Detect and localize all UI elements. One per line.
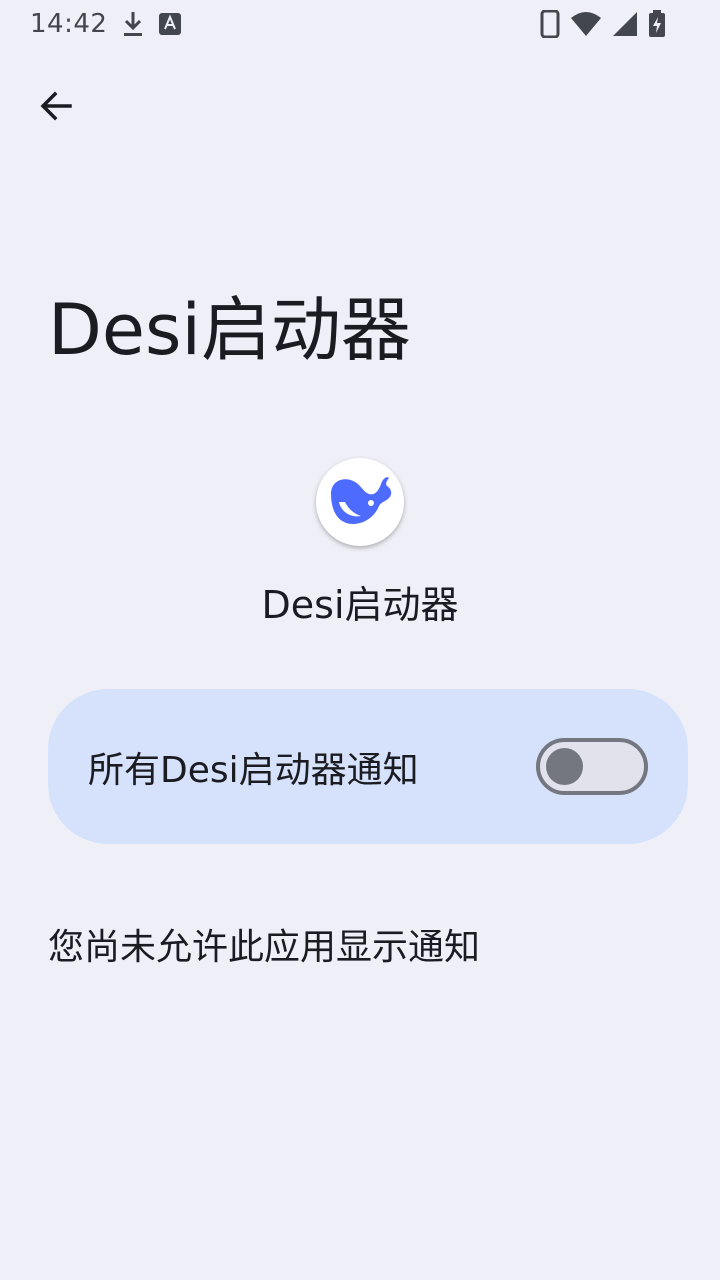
battery-charging-icon <box>648 10 666 38</box>
wifi-icon <box>570 11 602 37</box>
keyboard-a-icon <box>159 13 182 35</box>
arrow-left-icon <box>38 88 74 124</box>
all-notifications-label: 所有Desi启动器通知 <box>88 749 419 791</box>
signal-icon <box>612 11 638 37</box>
all-notifications-card[interactable]: 所有Desi启动器通知 <box>48 689 688 844</box>
page-title: Desi启动器 <box>48 289 411 371</box>
status-left: 14:42 <box>30 9 182 39</box>
app-name: Desi启动器 <box>261 583 459 627</box>
app-notification-settings-screen: 14:42 Desi启动器 Desi启动器 所有Desi启动器通知 您尚未允许此… <box>0 0 720 1280</box>
permission-note: 您尚未允许此应用显示通知 <box>48 927 481 968</box>
status-bar: 14:42 <box>0 0 720 48</box>
back-button[interactable] <box>28 78 84 134</box>
download-icon <box>121 10 145 38</box>
phone-icon <box>540 10 560 38</box>
app-icon <box>316 458 404 546</box>
status-right <box>540 10 666 38</box>
toggle-thumb <box>546 748 583 785</box>
status-time: 14:42 <box>30 9 108 39</box>
all-notifications-toggle[interactable] <box>536 738 648 795</box>
deepseek-whale-icon <box>327 472 393 532</box>
